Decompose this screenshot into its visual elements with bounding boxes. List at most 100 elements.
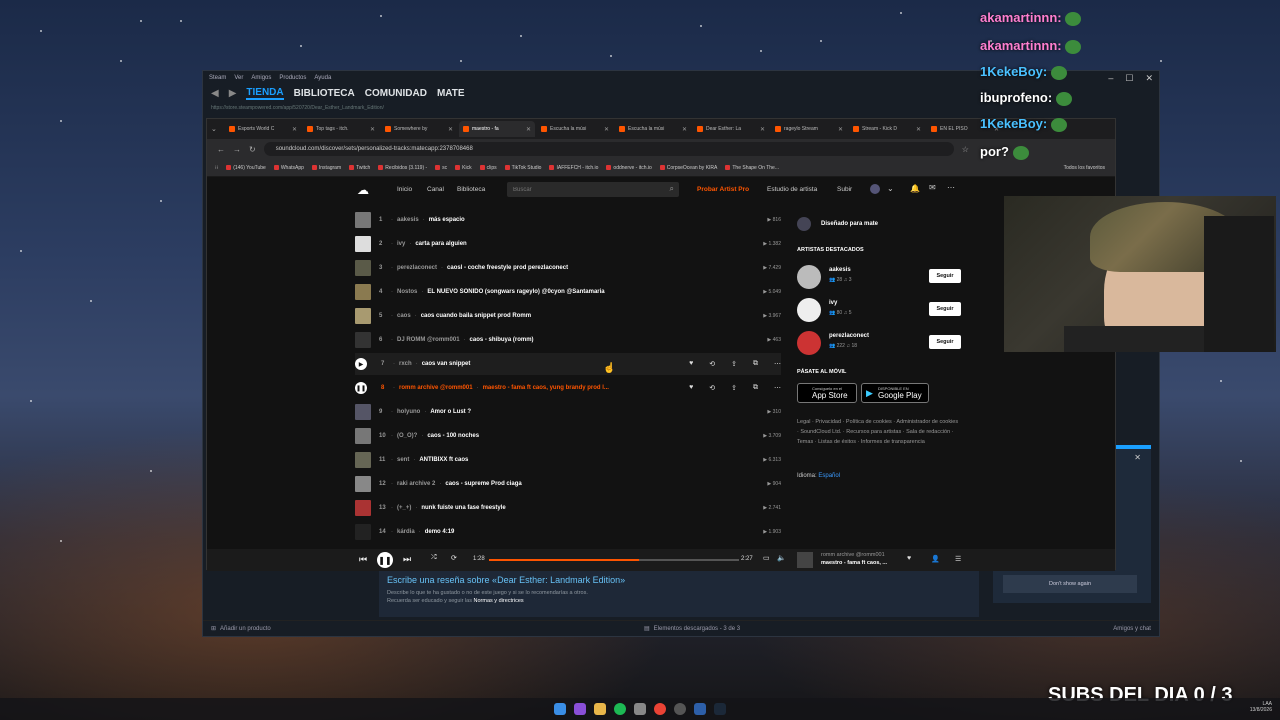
close-tab-icon[interactable]: ✕	[292, 126, 297, 133]
close-icon[interactable]: ✕	[1145, 73, 1153, 84]
bookmark-item[interactable]: TikTok Studio	[504, 165, 541, 171]
dont-show-button[interactable]: Don't show again	[1003, 575, 1137, 593]
mail-icon[interactable]: ✉	[929, 183, 936, 192]
track-artwork[interactable]	[355, 236, 371, 252]
minimize-icon[interactable]: –	[1108, 73, 1113, 84]
url-bar[interactable]: soundcloud.com/discover/sets/personalize…	[263, 142, 954, 156]
now-playing-artwork[interactable]	[797, 552, 813, 568]
add-product-link[interactable]: Añadir un producto	[220, 626, 271, 632]
now-playing-title[interactable]: maestro - fama ft caos, ...	[821, 560, 887, 566]
nav-library[interactable]: BIBLIOTECA	[294, 88, 355, 99]
apps-icon[interactable]: ⁝⁝	[215, 165, 218, 171]
track-title[interactable]: Amor o Lust ?	[430, 409, 471, 415]
bookmark-item[interactable]: WhatsApp	[273, 165, 304, 171]
artist-name[interactable]: aakesis	[829, 267, 851, 273]
avatar[interactable]	[870, 184, 880, 194]
friends-chat-button[interactable]: Amigos y chat	[1113, 626, 1151, 632]
track-row[interactable]: 14 · kárdia · demo 4:19 ▶ 1.903	[355, 521, 781, 543]
track-artist[interactable]: kárdia	[397, 529, 415, 535]
track-artwork[interactable]	[355, 428, 371, 444]
browser-tab[interactable]: Escucha la músi ✕	[615, 121, 691, 137]
follow-button[interactable]: Seguir	[929, 335, 961, 349]
track-artist[interactable]: perezlaconect	[397, 265, 437, 271]
shuffle-icon[interactable]: ⤮	[431, 554, 437, 562]
track-title[interactable]: maestro - fama ft caos, yung brandy prod…	[483, 385, 609, 391]
track-row[interactable]: 3 · perezlaconect · caosl - coche freestyle …	[355, 257, 781, 279]
track-row[interactable]: ❚❚ 8 · romm archive @romm001 · maestro - fama…	[355, 377, 781, 399]
nav-home[interactable]: Inicio	[397, 186, 412, 193]
settings-icon[interactable]	[674, 703, 686, 715]
track-artist[interactable]: DJ ROMM @romm001	[397, 337, 460, 343]
track-artist[interactable]: (+_+)	[397, 505, 411, 511]
track-artwork[interactable]	[355, 284, 371, 300]
track-row[interactable]: 5 · caos · caos cuando baila snippet prod Ro…	[355, 305, 781, 327]
like-icon[interactable]: ♥	[689, 360, 693, 368]
folder-icon[interactable]	[594, 703, 606, 715]
search-input[interactable]	[507, 182, 647, 197]
track-title[interactable]: nunk fuiste una fase freestyle	[421, 505, 505, 511]
spotify-icon[interactable]	[614, 703, 626, 715]
forward-icon[interactable]: ▶	[229, 88, 237, 99]
bookmark-item[interactable]: clips	[479, 165, 497, 171]
track-title[interactable]: ANTIBIXX ft caos	[419, 457, 468, 463]
downloads-status[interactable]: Elementos descargados - 3 de 3	[654, 626, 740, 632]
menu-item[interactable]: Steam	[209, 75, 226, 81]
app-store-badge[interactable]: Consíguelo en el App Store	[797, 383, 857, 403]
browser-tab[interactable]: rageylo Stream ✕	[771, 121, 847, 137]
maximize-icon[interactable]: ☐	[1125, 73, 1133, 84]
cast-icon[interactable]: ▭	[763, 554, 770, 562]
bookmark-item[interactable]: oddnerve - itch.io	[606, 165, 652, 171]
track-row[interactable]: 9 · holyuno · Amor o Lust ? ▶ 310	[355, 401, 781, 423]
menu-item[interactable]: Ver	[234, 75, 243, 81]
close-tab-icon[interactable]: ✕	[682, 126, 687, 133]
track-row[interactable]: ▶ 7 · rxch · caos van snippet ♥ ⟲ ⇪ ⧉ ⋯	[355, 353, 781, 375]
track-artist[interactable]: ivy	[397, 241, 405, 247]
bell-icon[interactable]: 🔔	[910, 184, 920, 193]
volume-icon[interactable]: 🔈	[777, 554, 786, 562]
track-artist[interactable]: holyuno	[397, 409, 420, 415]
now-playing-artist[interactable]: romm archive @romm001	[821, 552, 885, 558]
artist-avatar[interactable]	[797, 331, 821, 355]
more-icon[interactable]: ⋯	[774, 360, 781, 368]
windows-start-icon[interactable]	[554, 703, 566, 715]
back-icon[interactable]: ←	[217, 145, 225, 154]
track-artwork[interactable]	[355, 524, 371, 540]
bookmark-item[interactable]: sc	[435, 165, 447, 171]
browser-tab[interactable]: Stream - Kick D ✕	[849, 121, 925, 137]
track-artwork[interactable]	[355, 260, 371, 276]
nav-profile[interactable]: MATE	[437, 88, 465, 99]
track-title[interactable]: más espacio	[429, 217, 465, 223]
follow-button[interactable]: Seguir	[929, 302, 961, 316]
close-tab-icon[interactable]: ✕	[604, 126, 609, 133]
track-artwork[interactable]	[355, 452, 371, 468]
track-row[interactable]: 4 · Nostos · EL NUEVO SONIDO (songwars ragey…	[355, 281, 781, 303]
nav-community[interactable]: COMUNIDAD	[365, 88, 427, 99]
browser-tab[interactable]: Dear Esther: La ✕	[693, 121, 769, 137]
follow-button[interactable]: Seguir	[929, 269, 961, 283]
close-tab-icon[interactable]: ✕	[916, 126, 921, 133]
repeat-icon[interactable]: ⟳	[451, 554, 457, 562]
bookmark-item[interactable]: IAFFEFCH - itch.io	[549, 165, 598, 171]
track-title[interactable]: caos cuando baila snippet prod Romm	[421, 313, 531, 319]
track-artist[interactable]: Nostos	[397, 289, 417, 295]
track-artist[interactable]: romm archive @romm001	[399, 385, 473, 391]
close-tab-icon[interactable]: ✕	[370, 126, 375, 133]
close-tab-icon[interactable]: ✕	[838, 126, 843, 133]
nav-library[interactable]: Biblioteca	[457, 186, 485, 193]
track-title[interactable]: demo 4:19	[425, 529, 455, 535]
reload-icon[interactable]: ↻	[249, 145, 256, 154]
close-tab-icon[interactable]: ✕	[448, 126, 453, 133]
app-icon[interactable]	[694, 703, 706, 715]
queue-icon[interactable]: ☰	[955, 555, 961, 563]
artist-studio-link[interactable]: Estudio de artista	[767, 186, 817, 193]
browser-tab[interactable]: Esports World C ✕	[225, 121, 301, 137]
menu-item[interactable]: Productos	[279, 75, 306, 81]
bookmark-item[interactable]: CorpseOcean by KIRA	[659, 165, 717, 171]
footer-legal-links[interactable]: Legal · Privacidad · Política de cookies…	[797, 417, 959, 447]
pause-icon[interactable]: ❚❚	[355, 382, 367, 394]
close-tab-icon[interactable]: ✕	[526, 126, 531, 133]
more-icon[interactable]: ⋯	[947, 183, 955, 192]
track-artist[interactable]: caos	[397, 313, 411, 319]
artist-pro-link[interactable]: Probar Artist Pro	[697, 186, 749, 193]
nav-feed[interactable]: Canal	[427, 186, 444, 193]
